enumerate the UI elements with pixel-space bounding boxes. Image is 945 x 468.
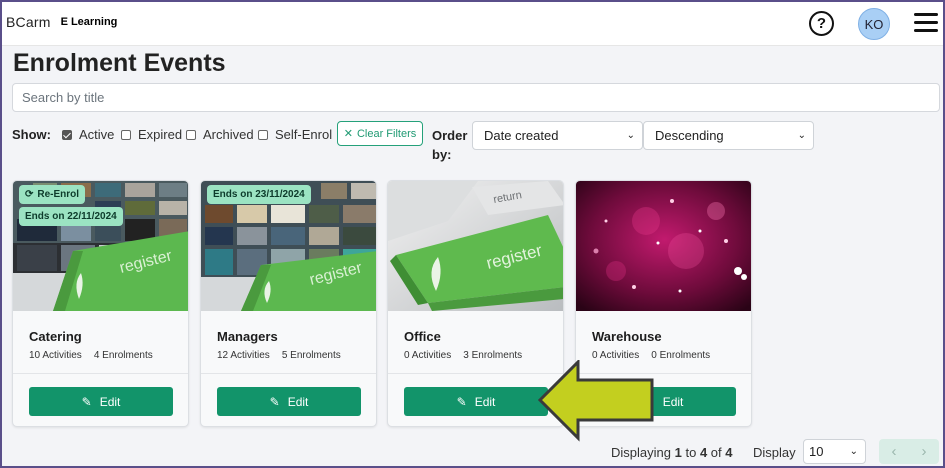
pagination-controls: ‹ › <box>879 439 939 464</box>
card-meta: 0 Activities 3 Enrolments <box>404 350 522 361</box>
archived-checkbox[interactable] <box>186 129 196 140</box>
edit-button-label: Edit <box>662 394 684 409</box>
of-label: of <box>710 445 722 460</box>
edit-button[interactable]: ✎ Edit <box>217 387 361 416</box>
order-field-value: Date created <box>484 128 559 143</box>
hamburger-menu-icon[interactable] <box>914 13 938 33</box>
card-meta: 12 Activities 5 Enrolments <box>217 350 341 361</box>
filter-active-label: Active <box>79 127 115 142</box>
pagination-summary: Displaying 1 to 4 of 4 <box>611 445 733 460</box>
filter-self-enrol-label: Self-Enrol <box>275 127 333 142</box>
edit-button-label: Edit <box>474 394 496 409</box>
to-label: to <box>685 445 697 460</box>
clear-filters-button[interactable]: ✕ Clear Filters <box>337 121 423 146</box>
activities-count: 12 Activities <box>217 350 270 361</box>
card-divider <box>13 373 188 374</box>
edit-icon: ✎ <box>269 394 280 409</box>
display-label: Display <box>753 445 796 460</box>
re-enrol-badge: ⟳ Re-Enrol <box>19 185 86 204</box>
activities-count: 10 Activities <box>29 350 82 361</box>
filter-expired[interactable]: Expired <box>121 127 182 142</box>
range-start: 1 <box>674 445 682 460</box>
filter-self-enrol[interactable]: Self-Enrol <box>258 127 332 142</box>
order-direction-value: Descending <box>655 128 724 143</box>
re-enrol-badge-label: Re-Enrol <box>37 189 80 200</box>
active-checkbox[interactable] <box>62 129 72 140</box>
filter-expired-label: Expired <box>138 127 183 142</box>
card-divider <box>388 373 563 374</box>
enrolments-count: 0 Enrolments <box>651 350 711 361</box>
next-page-icon[interactable]: › <box>909 439 939 464</box>
card-thumbnail-image: return register <box>388 181 563 311</box>
logo-product: E Learning <box>60 16 118 28</box>
page-size-value: 10 <box>809 444 824 459</box>
card-divider <box>201 373 376 374</box>
range-end: 4 <box>699 445 708 460</box>
help-icon[interactable]: ? <box>809 11 834 36</box>
expired-checkbox[interactable] <box>121 129 131 140</box>
previous-page-icon[interactable]: ‹ <box>879 439 909 464</box>
chevron-down-icon: ⌄ <box>626 130 635 141</box>
app-logo[interactable]: BCarm E Learning <box>4 7 122 37</box>
user-avatar[interactable]: KO <box>858 8 890 40</box>
edit-button-label: Edit <box>287 394 309 409</box>
page-title: Enrolment Events <box>13 49 226 77</box>
order-direction-select[interactable]: Descending ⌄ <box>643 121 814 150</box>
enrolments-count: 4 Enrolments <box>93 350 153 361</box>
event-card-managers[interactable]: register Ends on 23/11/2024 Managers 12 … <box>200 180 377 427</box>
refresh-icon: ⟳ <box>25 189 34 200</box>
enrolments-count: 3 Enrolments <box>463 350 523 361</box>
chevron-down-icon: ⌄ <box>849 446 858 457</box>
self-enrol-checkbox[interactable] <box>258 129 268 140</box>
displaying-label: Displaying <box>611 445 671 460</box>
edit-button[interactable]: ✎ Edit <box>404 387 548 416</box>
logo-brand: BCarm <box>6 14 51 30</box>
edit-button[interactable]: ✎ Edit <box>29 387 173 416</box>
filter-archived[interactable]: Archived <box>186 127 254 142</box>
pointer-arrow-icon <box>538 360 654 442</box>
end-date-badge: Ends on 23/11/2024 <box>207 185 311 204</box>
card-thumbnail-image <box>576 181 751 311</box>
activities-count: 0 Activities <box>404 350 452 361</box>
edit-icon: ✎ <box>456 394 467 409</box>
top-navbar: BCarm E Learning ? KO <box>2 2 943 46</box>
show-label: Show: <box>12 127 51 142</box>
card-title: Office <box>404 329 441 344</box>
card-title: Warehouse <box>592 329 662 344</box>
total-count: 4 <box>725 445 733 460</box>
order-field-select[interactable]: Date created ⌄ <box>472 121 643 150</box>
filter-archived-label: Archived <box>203 127 254 142</box>
close-icon: ✕ <box>343 128 353 140</box>
search-input[interactable] <box>12 83 940 112</box>
card-meta: 10 Activities 4 Enrolments <box>29 350 153 361</box>
edit-icon: ✎ <box>81 394 92 409</box>
page-size-select[interactable]: 10 ⌄ <box>803 439 866 464</box>
enrolments-count: 5 Enrolments <box>281 350 341 361</box>
chevron-down-icon: ⌄ <box>797 130 806 141</box>
event-card-catering[interactable]: register ⟳ Re-Enrol Ends on 22/11/2024 C… <box>12 180 189 427</box>
clear-filters-label: Clear Filters <box>356 127 417 140</box>
filter-active[interactable]: Active <box>62 127 114 142</box>
end-date-badge: Ends on 22/11/2024 <box>19 207 123 226</box>
card-title: Managers <box>217 329 278 344</box>
card-title: Catering <box>29 329 82 344</box>
edit-button-label: Edit <box>99 394 121 409</box>
order-by-label: Order by: <box>432 128 468 162</box>
